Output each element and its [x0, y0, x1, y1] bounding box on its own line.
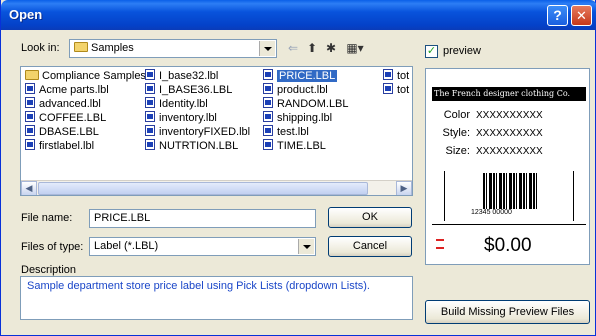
file-column-2: I_base32.lbl I_BASE36.LBL Identity.lbl i…: [143, 69, 250, 153]
list-item[interactable]: inventoryFIXED.lbl: [143, 125, 250, 139]
label-file-icon: [25, 83, 35, 94]
file-column-1: Compliance Samples Acme parts.lbl advanc…: [23, 69, 146, 153]
list-item[interactable]: DBASE.LBL: [23, 125, 146, 139]
label-divider: [432, 224, 586, 225]
scroll-thumb[interactable]: [38, 182, 368, 195]
list-item[interactable]: tot: [381, 83, 409, 97]
label-file-icon: [383, 69, 393, 80]
label-file-icon: [263, 139, 273, 150]
file-name-value: PRICE.LBL: [94, 212, 151, 224]
title-bar: Open ? ✕: [1, 0, 596, 30]
list-item[interactable]: shipping.lbl: [261, 111, 349, 125]
cancel-button[interactable]: Cancel: [328, 236, 412, 257]
label-file-icon: [263, 69, 273, 80]
label-file-icon: [145, 125, 155, 136]
list-item[interactable]: Identity.lbl: [143, 97, 250, 111]
size-row: Size: XXXXXXXXXX: [445, 145, 543, 157]
look-in-combo[interactable]: Samples: [69, 39, 277, 58]
label-header: The French designer clothing Co.: [432, 87, 586, 101]
list-item[interactable]: COFFEE.LBL: [23, 111, 146, 125]
back-icon[interactable]: ⇐: [285, 40, 301, 56]
barcode-number: 12345 00000: [471, 209, 512, 216]
file-column-4: tot tot: [381, 69, 409, 97]
red-mark-icon: [436, 239, 444, 241]
label-file-icon: [25, 125, 35, 136]
list-item[interactable]: Compliance Samples: [23, 69, 146, 83]
list-item[interactable]: Acme parts.lbl: [23, 83, 146, 97]
color-row: Color XXXXXXXXXX: [443, 109, 543, 121]
label-file-icon: [263, 125, 273, 136]
file-name-label: File name:: [21, 212, 73, 224]
list-item[interactable]: inventory.lbl: [143, 111, 250, 125]
style-row: Style: XXXXXXXXXX: [442, 127, 543, 139]
close-button[interactable]: ✕: [571, 5, 592, 26]
list-item[interactable]: NUTRTION.LBL: [143, 139, 250, 153]
look-in-label: Look in:: [21, 42, 60, 54]
horizontal-scrollbar[interactable]: ◀ ▶: [21, 180, 412, 195]
help-button[interactable]: ?: [547, 5, 568, 26]
preview-checkbox[interactable]: ✓: [425, 45, 438, 58]
list-item[interactable]: I_BASE36.LBL: [143, 83, 250, 97]
files-of-type-combo[interactable]: Label (*.LBL): [89, 237, 316, 256]
dialog-title: Open: [9, 7, 43, 22]
list-item-selected[interactable]: PRICE.LBL: [261, 69, 349, 83]
files-of-type-label: Files of type:: [21, 241, 84, 253]
list-item[interactable]: I_base32.lbl: [143, 69, 250, 83]
preview-label: preview: [443, 45, 481, 57]
scroll-right-icon[interactable]: ▶: [396, 181, 412, 195]
label-file-icon: [145, 97, 155, 108]
list-item[interactable]: advanced.lbl: [23, 97, 146, 111]
view-menu-icon[interactable]: ▦▾: [343, 40, 367, 56]
label-file-icon: [145, 83, 155, 94]
list-item[interactable]: test.lbl: [261, 125, 349, 139]
list-item[interactable]: product.lbl: [261, 83, 349, 97]
label-file-icon: [25, 97, 35, 108]
description-box[interactable]: Sample department store price label usin…: [20, 276, 413, 320]
folder-icon: [25, 70, 39, 80]
chevron-down-icon[interactable]: [259, 41, 275, 56]
files-of-type-value: Label (*.LBL): [94, 240, 159, 252]
scroll-left-icon[interactable]: ◀: [21, 181, 37, 195]
label-file-icon: [145, 111, 155, 122]
file-column-3: PRICE.LBL product.lbl RANDOM.LBL shippin…: [261, 69, 349, 153]
red-mark-icon: [436, 247, 444, 249]
list-item[interactable]: TIME.LBL: [261, 139, 349, 153]
look-in-value: Samples: [74, 42, 134, 54]
file-list[interactable]: Compliance Samples Acme parts.lbl advanc…: [20, 66, 413, 196]
label-file-icon: [25, 139, 35, 150]
ok-button[interactable]: OK: [328, 207, 412, 228]
label-file-icon: [25, 111, 35, 122]
label-file-icon: [263, 97, 273, 108]
list-item[interactable]: firstlabel.lbl: [23, 139, 146, 153]
up-folder-icon[interactable]: ⬆: [304, 40, 320, 56]
description-label: Description: [21, 264, 77, 276]
file-name-field[interactable]: PRICE.LBL: [89, 209, 316, 228]
label-file-icon: [263, 83, 273, 94]
build-preview-button[interactable]: Build Missing Preview Files: [425, 300, 590, 324]
barcode-bars: [483, 173, 537, 209]
open-dialog: Open ? ✕ Look in: Samples ⇐ ⬆ ✱ ▦▾ Compl…: [0, 0, 596, 336]
list-item[interactable]: RANDOM.LBL: [261, 97, 349, 111]
label-file-icon: [145, 139, 155, 150]
chevron-down-icon[interactable]: [298, 239, 314, 254]
label-preview: The French designer clothing Co. Color XX…: [425, 68, 590, 265]
label-file-icon: [383, 83, 393, 94]
barcode: 12345 00000: [444, 171, 574, 221]
list-item[interactable]: tot: [381, 69, 409, 83]
label-file-icon: [145, 69, 155, 80]
price-text: $0.00: [484, 235, 532, 256]
new-folder-icon[interactable]: ✱: [323, 40, 339, 56]
label-file-icon: [263, 111, 273, 122]
folder-icon: [74, 42, 88, 52]
